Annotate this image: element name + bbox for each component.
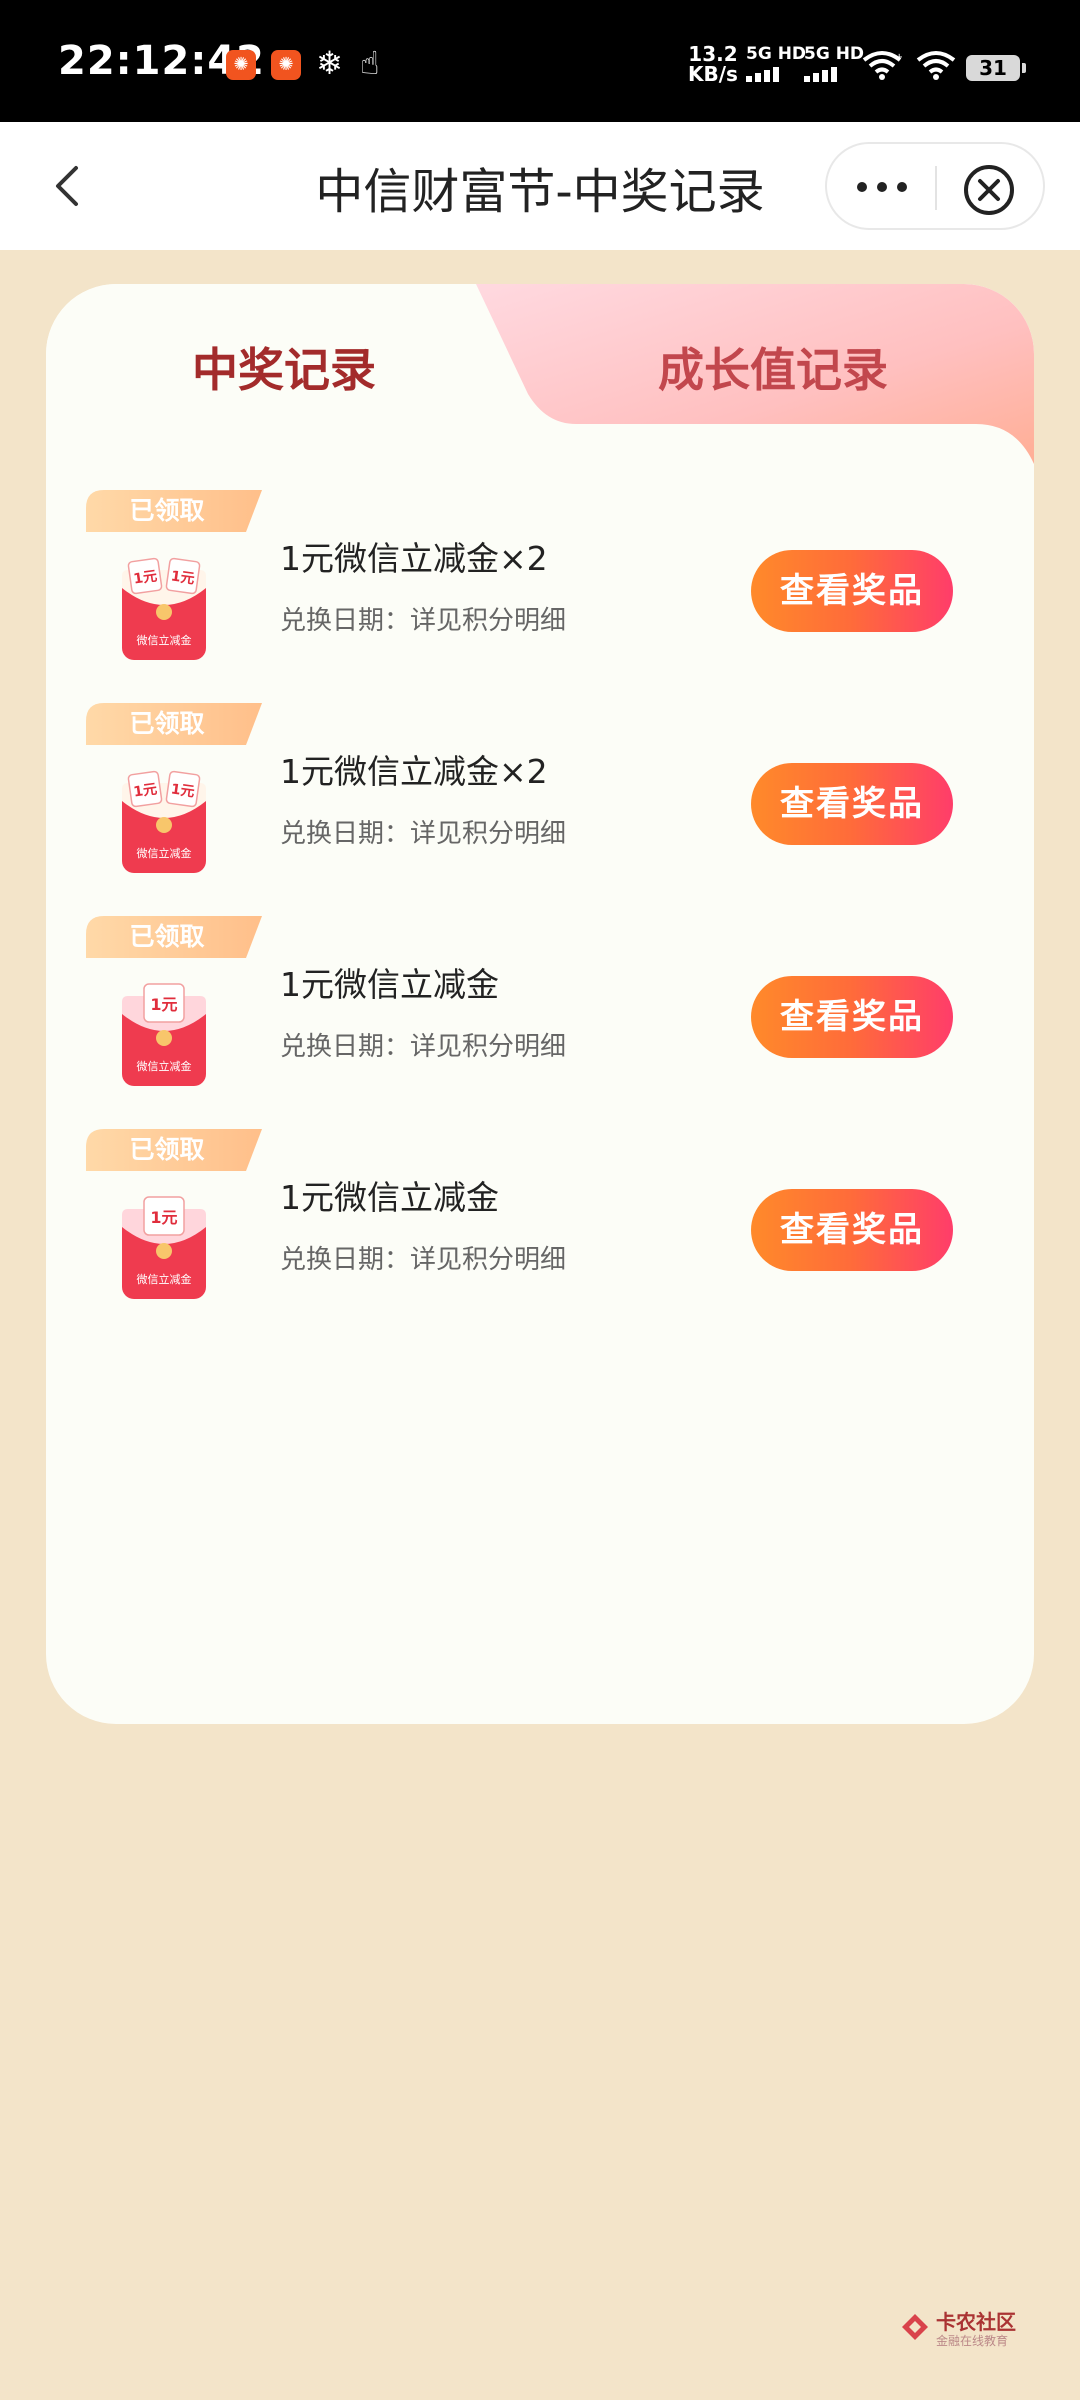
status-badge-label: 已领取 — [129, 496, 205, 525]
page-title: 中信财富节-中奖记录 — [315, 164, 765, 220]
record-date: 兑换日期：详见积分明细 — [280, 606, 567, 636]
view-prize-button[interactable]: 查看奖品 — [751, 1189, 953, 1271]
svg-text:微信立减金: 微信立减金 — [137, 1059, 192, 1073]
nav-bar: 中信财富节-中奖记录 — [0, 122, 1080, 250]
record-title: 1元微信立减金 — [280, 965, 499, 1004]
tab-growth-records[interactable]: 成长值记录 — [658, 334, 888, 400]
battery-icon: 31 — [966, 55, 1026, 81]
svg-text:1元: 1元 — [132, 568, 158, 587]
back-arrow-icon[interactable] — [40, 158, 96, 214]
svg-text:1元: 1元 — [150, 995, 177, 1014]
network-speed-unit: KB/s — [688, 62, 738, 86]
status-badge: 已领取 — [86, 1129, 262, 1171]
tab-winning-records[interactable]: 中奖记录 — [192, 334, 376, 400]
record-date: 兑换日期：详见积分明细 — [280, 819, 567, 849]
watermark-subtitle: 金融在线教育 — [936, 2334, 1009, 2348]
list-item: 已领取 1元 1元 微信立减金 1元微信立减金×2 兑换日期：详见积分明细 查看… — [46, 703, 1034, 893]
svg-text:1元: 1元 — [132, 781, 158, 800]
svg-text:微信立减金: 微信立减金 — [137, 1272, 192, 1286]
svg-text:1元: 1元 — [170, 568, 196, 587]
view-prize-button[interactable]: 查看奖品 — [751, 763, 953, 845]
list-item: 已领取 1元 微信立减金 1元微信立减金 兑换日期：详见积分明细 查看奖品 — [46, 1129, 1034, 1319]
status-badge-label: 已领取 — [129, 922, 205, 951]
status-bar: 22:12:42 ✺ ✺ ❄ ☝ 13.2 KB/s 5G HD 5G HD +… — [0, 0, 1080, 122]
red-packet-icon: 1元 微信立减金 — [122, 983, 206, 1086]
status-badge: 已领取 — [86, 490, 262, 532]
list-item: 已领取 1元 微信立减金 1元微信立减金 兑换日期：详见积分明细 查看奖品 — [46, 916, 1034, 1106]
svg-text:微信立减金: 微信立减金 — [137, 846, 192, 860]
status-badge-label: 已领取 — [129, 709, 205, 738]
red-packet-icon: 1元 微信立减金 — [122, 1196, 206, 1299]
status-badge: 已领取 — [86, 703, 262, 745]
watermark-name: 卡农社区 — [936, 2310, 1016, 2334]
record-date: 兑换日期：详见积分明细 — [280, 1032, 567, 1062]
wifi-icon — [916, 51, 956, 80]
wifi-icon: + — [862, 51, 902, 80]
status-badge: 已领取 — [86, 916, 262, 958]
watermark: 卡农社区 金融在线教育 — [898, 2306, 1028, 2352]
app-notification-icon: ✺ — [226, 50, 256, 80]
network-speed: 13.2 KB/s — [688, 44, 738, 84]
snowflake-icon: ❄ — [316, 44, 343, 82]
record-title: 1元微信立减金×2 — [280, 752, 548, 791]
list-item: 已领取 1元 1元 微信立减金 1元微信立减金×2 兑换日期：详见积分明细 查看… — [46, 490, 1034, 680]
app-notification-icon: ✺ — [271, 50, 301, 80]
network-speed-value: 13.2 — [688, 42, 738, 66]
svg-text:微信立减金: 微信立减金 — [137, 633, 192, 647]
red-packet-icon: 1元 1元 微信立减金 — [122, 557, 206, 660]
capsule-divider — [935, 166, 937, 210]
records-card: 中奖记录 成长值记录 已领取 1元 1元 微信立减金 1元微信立减金×2 兑换日… — [46, 284, 1034, 1724]
record-title: 1元微信立减金×2 — [280, 539, 548, 578]
watermark-logo-icon — [902, 2314, 928, 2340]
red-packet-icon: 1元 1元 微信立减金 — [122, 770, 206, 873]
view-prize-button[interactable]: 查看奖品 — [751, 976, 953, 1058]
svg-text:1元: 1元 — [170, 781, 196, 800]
touch-icon: ☝ — [360, 44, 380, 82]
view-prize-button[interactable]: 查看奖品 — [751, 550, 953, 632]
mini-program-capsule — [825, 142, 1045, 230]
close-circle-icon[interactable] — [961, 162, 1017, 218]
record-title: 1元微信立减金 — [280, 1178, 499, 1217]
more-dots-icon[interactable] — [847, 162, 917, 212]
record-date: 兑换日期：详见积分明细 — [280, 1245, 567, 1275]
svg-text:1元: 1元 — [150, 1208, 177, 1227]
svg-text:+: + — [895, 52, 902, 63]
status-badge-label: 已领取 — [129, 1135, 205, 1164]
